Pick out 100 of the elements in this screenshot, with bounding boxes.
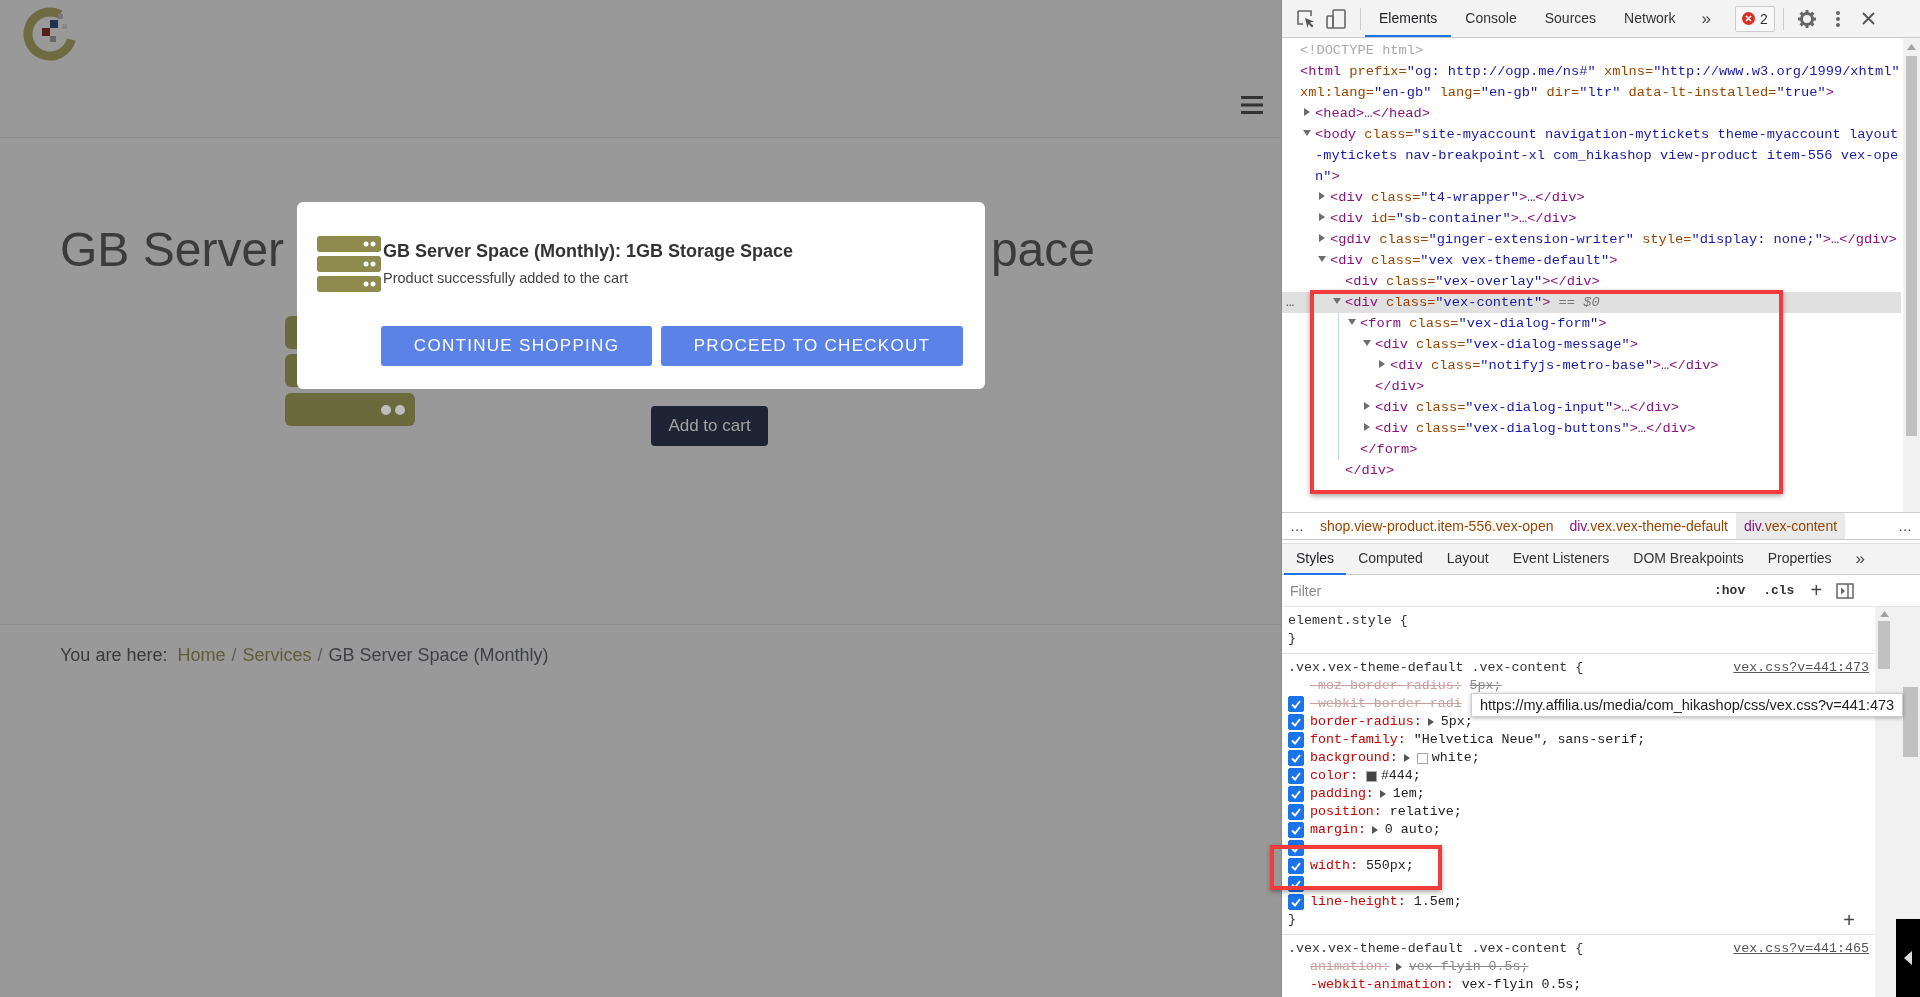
drawer-toggle[interactable]: [1896, 919, 1920, 997]
continue-shopping-button[interactable]: CONTINUE SHOPPING: [381, 326, 652, 366]
source-link[interactable]: vex.css?v=441:473: [1733, 659, 1869, 677]
tree-row[interactable]: <head>…</head>: [1282, 103, 1901, 124]
source-link[interactable]: vex.css?v=441:465: [1733, 940, 1869, 958]
breadcrumb-label: You are here:: [60, 644, 168, 667]
add-to-cart-button[interactable]: Add to cart: [651, 406, 768, 446]
tree-row[interactable]: <html prefix="og: http://ogp.me/ns#" xmlns="http://www.w3.org/1999/xhtml" xml:lang="en-gb" lang="en-gb" dir="ltr" data-lt-installed="true">: [1282, 61, 1901, 103]
panel-tab[interactable]: Elements: [1365, 0, 1452, 37]
breadcrumb-more[interactable]: …: [1282, 513, 1312, 539]
more-options-icon[interactable]: [1835, 10, 1840, 27]
add-property-button[interactable]: +: [1843, 911, 1855, 929]
disclosure-triangle-icon[interactable]: [1362, 422, 1372, 432]
tree-row[interactable]: <div class="vex vex-theme-default">: [1282, 250, 1901, 271]
node-breadcrumb[interactable]: div.vex.vex-theme-default: [1561, 513, 1736, 539]
markup-text: <html prefix="og: http://ogp.me/ns#" xmlns="http://www.w3.org/1999/xhtml" xml:lang="en-gb" lang="en-gb" dir="ltr" data-lt-installed="true">: [1300, 64, 1901, 100]
markup-text: <div class="vex-dialog-buttons">…</div>: [1375, 421, 1696, 436]
close-icon[interactable]: [1861, 12, 1875, 25]
server-icon: [317, 236, 381, 292]
disclosure-triangle-icon[interactable]: [1332, 296, 1342, 306]
property-name: border-radius:: [1310, 713, 1422, 731]
tree-row[interactable]: <form class="vex-dialog-form">: [1282, 313, 1901, 334]
menu-icon[interactable]: [1241, 96, 1263, 114]
disclosure-triangle-icon[interactable]: [1317, 254, 1327, 264]
property-name: margin:: [1310, 821, 1366, 839]
expand-triangle-icon[interactable]: [1371, 825, 1379, 835]
markup-text: <div class="t4-wrapper">…</div>: [1330, 190, 1585, 205]
markup-text: </div>: [1345, 463, 1395, 478]
panel-tab[interactable]: Network: [1610, 0, 1690, 37]
property-value: white;: [1431, 749, 1480, 767]
disclosure-triangle-icon[interactable]: [1302, 128, 1312, 138]
tree-row[interactable]: <div class="t4-wrapper">…</div>: [1282, 187, 1901, 208]
expand-triangle-icon[interactable]: [1403, 753, 1411, 763]
scrollbar-thumb[interactable]: [1903, 687, 1918, 757]
new-rule-button[interactable]: +: [1810, 579, 1823, 602]
checkbox[interactable]: [1288, 714, 1304, 730]
tree-row[interactable]: <div id="sb-container">…</div>: [1282, 208, 1901, 229]
device-icon[interactable]: [1326, 8, 1346, 29]
disclosure-triangle-icon[interactable]: [1362, 338, 1372, 348]
color-swatch[interactable]: [1365, 770, 1377, 782]
check-icon: [1290, 698, 1302, 710]
more-actions-marker[interactable]: …: [1286, 292, 1295, 313]
class-toggle[interactable]: .cls: [1761, 583, 1797, 598]
check-icon: [1290, 824, 1302, 836]
sidebar-tab[interactable]: Event Listeners: [1500, 543, 1622, 575]
disclosure-triangle-icon[interactable]: [1317, 212, 1327, 222]
checkbox[interactable]: [1288, 822, 1304, 838]
hover-state-toggle[interactable]: :hov: [1712, 583, 1748, 598]
more-tabs-button[interactable]: »: [1701, 8, 1711, 29]
error-badge[interactable]: 2: [1734, 5, 1775, 32]
sidebar-tab[interactable]: Computed: [1346, 543, 1435, 575]
disclosure-triangle-icon[interactable]: [1302, 107, 1312, 117]
checkbox[interactable]: [1288, 804, 1304, 820]
checkbox[interactable]: [1288, 786, 1304, 802]
tree-row[interactable]: … <div class="vex-content"> == $0: [1282, 292, 1901, 313]
checkbox[interactable]: [1288, 894, 1304, 910]
settings-icon[interactable]: [1797, 9, 1816, 28]
panel-tab[interactable]: Sources: [1530, 0, 1611, 37]
tree-row[interactable]: <div class="vex-dialog-buttons">…</div>: [1282, 418, 1901, 439]
logo-icon[interactable]: [22, 6, 78, 61]
inspect-icon[interactable]: [1296, 8, 1316, 29]
tree-row[interactable]: <div class="vex-dialog-input">…</div>: [1282, 397, 1901, 418]
markup-text: <!DOCTYPE html>: [1300, 43, 1424, 58]
property-value: 5px;: [1440, 713, 1473, 731]
property-name: color:: [1310, 767, 1358, 785]
expand-triangle-icon[interactable]: [1427, 717, 1435, 727]
sidebar-tab[interactable]: DOM Breakpoints: [1621, 543, 1756, 575]
sidebar-toggle-icon[interactable]: [1836, 582, 1855, 599]
checkbox[interactable]: [1288, 768, 1304, 784]
more-tabs-button[interactable]: »: [1855, 549, 1866, 569]
color-swatch[interactable]: [1416, 752, 1428, 764]
proceed-to-checkout-button[interactable]: PROCEED TO CHECKOUT: [661, 326, 963, 366]
disclosure-triangle-icon[interactable]: [1317, 191, 1327, 201]
check-icon: [1290, 806, 1302, 818]
tree-row[interactable]: <gdiv class="ginger-extension-writer" style="display: none;">…</gdiv>: [1282, 229, 1901, 250]
expand-triangle-icon[interactable]: [1379, 789, 1387, 799]
tree-row[interactable]: <div class="vex-overlay"></div>: [1282, 271, 1901, 292]
breadcrumb-more[interactable]: …: [1890, 513, 1920, 539]
scrollbar-thumb[interactable]: [1906, 56, 1917, 436]
checkbox[interactable]: [1288, 696, 1304, 712]
disclosure-triangle-icon[interactable]: [1347, 317, 1357, 327]
disclosure-triangle-icon[interactable]: [1362, 401, 1372, 411]
sidebar-tab[interactable]: Layout: [1434, 543, 1501, 575]
sidebar-tab[interactable]: Properties: [1755, 543, 1844, 575]
panel-tab[interactable]: Console: [1451, 0, 1531, 37]
checkbox[interactable]: [1288, 750, 1304, 766]
dialog-message: Product successfully added to the cart: [383, 270, 630, 286]
sidebar-tab[interactable]: Styles: [1284, 543, 1347, 575]
node-breadcrumb[interactable]: shop.view-product.item-556.vex-open: [1312, 513, 1562, 539]
checkbox[interactable]: [1288, 732, 1304, 748]
expand-triangle-icon[interactable]: [1395, 962, 1403, 972]
scrollbar-thumb[interactable]: [1878, 621, 1890, 669]
property-name: padding:: [1310, 785, 1374, 803]
checkbox[interactable]: [1288, 858, 1304, 874]
tree-row[interactable]: <div class="notifyjs-metro-base">…</div>: [1282, 355, 1901, 376]
tree-row[interactable]: <div class="vex-dialog-message">: [1282, 334, 1901, 355]
disclosure-triangle-icon[interactable]: [1317, 233, 1327, 243]
property-name: animation:: [1310, 958, 1390, 976]
node-breadcrumb[interactable]: div.vex-content: [1735, 513, 1846, 539]
disclosure-triangle-icon[interactable]: [1377, 359, 1387, 369]
